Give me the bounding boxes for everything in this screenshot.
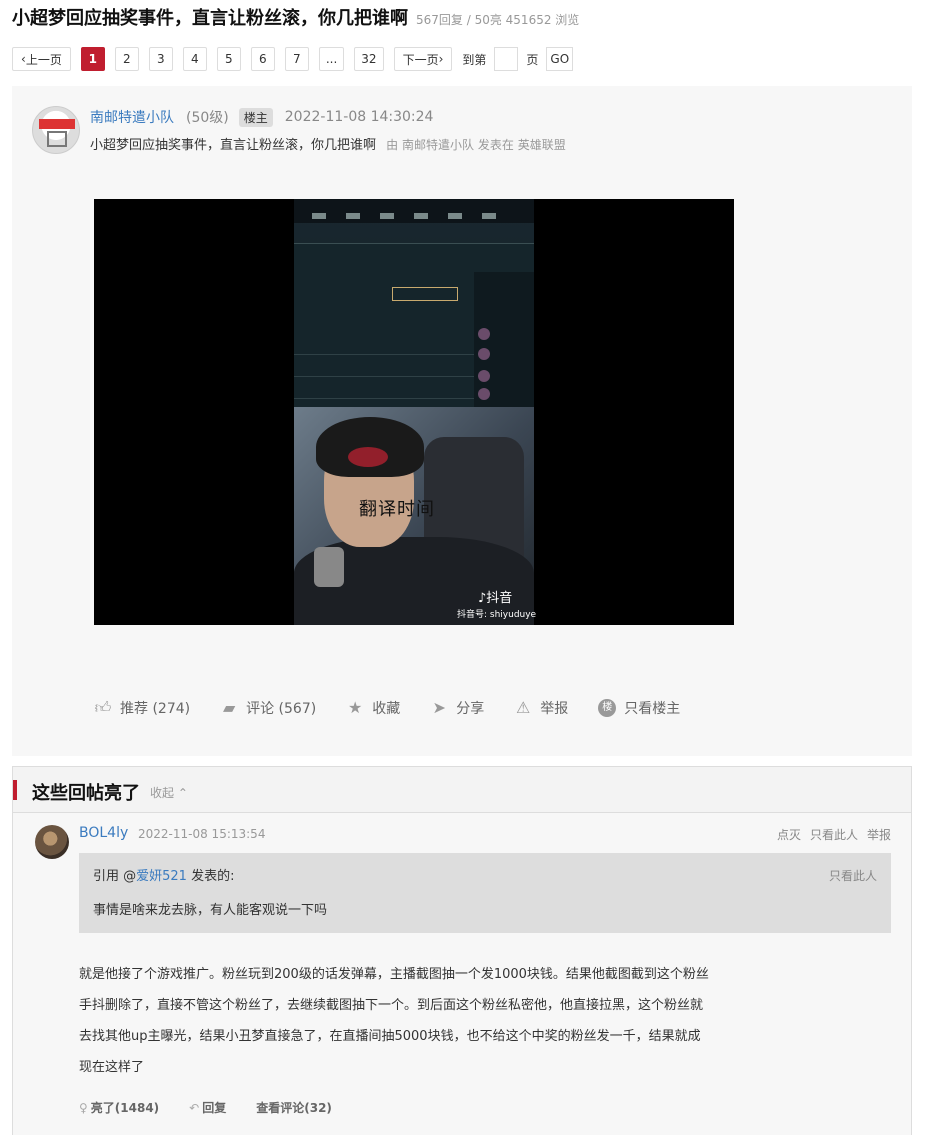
only-op-button[interactable]: 楼 只看楼主 bbox=[598, 698, 680, 718]
dislike-button[interactable]: 点灭 bbox=[777, 826, 801, 843]
douyin-id: 抖音号: shiyuduye bbox=[457, 610, 537, 620]
warning-icon: ⚠ bbox=[516, 698, 531, 717]
thumbs-up-icon: 👍︎ bbox=[94, 698, 112, 717]
op-icon: 楼 bbox=[598, 699, 617, 717]
main-post: 南邮特遣小队 (50级) 楼主 2022-11-08 14:30:24 小超梦回… bbox=[12, 86, 912, 756]
report-button[interactable]: ⚠ 举报 bbox=[514, 698, 568, 718]
section-accent-bar bbox=[13, 780, 17, 800]
post-source: 由 南邮特遣小队 发表在 英雄联盟 bbox=[386, 138, 566, 152]
page-7-button[interactable]: 7 bbox=[284, 47, 309, 71]
reply-tools: 点灭 只看此人 举报 bbox=[777, 826, 891, 843]
collapse-button[interactable]: 收起 ⌃ bbox=[150, 784, 188, 801]
prev-page-button[interactable]: ‹ 上一页 bbox=[12, 47, 71, 71]
reply-avatar[interactable] bbox=[35, 825, 69, 859]
page-1-button[interactable]: 1 bbox=[80, 47, 105, 71]
reply-line: 现在这样了 bbox=[79, 1060, 145, 1075]
friend-avatar bbox=[478, 388, 490, 400]
quote-block: 引用 @爱妍521 发表的: 只看此人 事情是啥来龙去脉，有人能客观说一下吗 bbox=[79, 853, 891, 933]
reply-icon: ↶ bbox=[189, 1100, 200, 1115]
title-row: 小超梦回应抽奖事件，直言让粉丝滚，你几把谁啊 567回复 / 50亮 45165… bbox=[12, 4, 579, 30]
hair-highlight bbox=[348, 447, 388, 467]
star-icon: ★ bbox=[348, 698, 363, 717]
reply-line: 去找其他up主曝光，结果小丑梦直接急了，在直播间抽5000块钱，也不给这个中奖的… bbox=[79, 1029, 701, 1044]
game-row bbox=[294, 354, 474, 355]
author-avatar[interactable] bbox=[32, 106, 80, 154]
hot-replies-header: 这些回帖亮了 收起 ⌃ bbox=[13, 767, 911, 813]
game-row bbox=[294, 398, 474, 399]
pagination: ‹ 上一页 1 2 3 4 5 6 7 ... 32 下一页 › 到第 页 GO bbox=[12, 47, 574, 71]
goto-prefix: 到第 bbox=[462, 52, 487, 67]
hot-replies-title: 这些回帖亮了 bbox=[32, 783, 140, 804]
video-player[interactable]: 翻译时间 ♪抖音 抖音号: shiyuduye bbox=[94, 199, 734, 625]
go-button[interactable]: GO bbox=[546, 47, 574, 71]
lightbulb-icon: ♀ bbox=[79, 1100, 88, 1115]
game-panel bbox=[294, 243, 534, 410]
page-6-button[interactable]: 6 bbox=[250, 47, 275, 71]
hot-reply: BOL4ly 2022-11-08 15:13:54 点灭 只看此人 举报 引用… bbox=[13, 813, 911, 1135]
page-32-button[interactable]: 32 bbox=[354, 47, 384, 71]
reply-author[interactable]: BOL4ly bbox=[79, 825, 128, 841]
chevron-right-icon: › bbox=[438, 52, 444, 66]
only-this-user-button[interactable]: 只看此人 bbox=[810, 826, 858, 843]
friend-avatar bbox=[478, 348, 490, 360]
author-line: 南邮特遣小队 (50级) 楼主 2022-11-08 14:30:24 bbox=[90, 107, 433, 127]
avatar-band bbox=[39, 119, 75, 129]
reply-button[interactable]: ↶ 回复 bbox=[189, 1099, 226, 1116]
reply-content: 就是他接了个游戏推广。粉丝玩到200级的话发弹幕，主播截图抽一个发1000块钱。… bbox=[79, 959, 769, 1083]
comment-icon: ▰ bbox=[222, 698, 236, 717]
quoted-user[interactable]: 爱妍521 bbox=[136, 869, 187, 884]
source-author-link[interactable]: 南邮特遣小队 bbox=[402, 138, 474, 152]
reply-line: 就是他接了个游戏推广。粉丝玩到200级的话发弹幕，主播截图抽一个发1000块钱。… bbox=[79, 967, 709, 982]
next-page-button[interactable]: 下一页 › bbox=[393, 47, 453, 71]
game-client-screenshot bbox=[294, 199, 534, 410]
reply-time: 2022-11-08 15:13:54 bbox=[138, 827, 266, 841]
post-subtitle: 小超梦回应抽奖事件，直言让粉丝滚，你几把谁啊 bbox=[90, 138, 377, 153]
author-name[interactable]: 南邮特遣小队 bbox=[90, 107, 174, 127]
recommend-button[interactable]: 👍︎ 推荐 (274) bbox=[94, 698, 190, 718]
forum-link[interactable]: 英雄联盟 bbox=[518, 138, 566, 152]
thread-stats: 567回复 / 50亮 451652 浏览 bbox=[416, 13, 580, 27]
game-tabs bbox=[294, 199, 534, 223]
quote-only-this-user[interactable]: 只看此人 bbox=[829, 867, 877, 884]
goto-suffix: 页 bbox=[526, 52, 539, 67]
view-comments-button[interactable]: 查看评论(32) bbox=[256, 1099, 332, 1116]
comment-button[interactable]: ▰ 评论 (567) bbox=[220, 698, 316, 718]
avatar-box bbox=[47, 131, 67, 147]
report-reply-button[interactable]: 举报 bbox=[867, 826, 891, 843]
page-3-button[interactable]: 3 bbox=[148, 47, 173, 71]
video-caption: 翻译时间 bbox=[359, 499, 435, 520]
hot-replies-section: 这些回帖亮了 收起 ⌃ BOL4ly 2022-11-08 15:13:54 点… bbox=[12, 766, 912, 1135]
light-button[interactable]: ♀ 亮了(1484) bbox=[79, 1099, 159, 1116]
game-invite-button bbox=[392, 287, 458, 301]
chevron-up-icon: ⌃ bbox=[177, 786, 188, 800]
page-title: 小超梦回应抽奖事件，直言让粉丝滚，你几把谁啊 bbox=[12, 8, 408, 29]
friend-avatar bbox=[478, 370, 490, 382]
quote-header: 引用 @爱妍521 发表的: bbox=[93, 869, 235, 884]
douyin-logo: ♪抖音 bbox=[478, 591, 513, 606]
page-5-button[interactable]: 5 bbox=[216, 47, 241, 71]
page-2-button[interactable]: 2 bbox=[114, 47, 139, 71]
friend-avatar bbox=[478, 328, 490, 340]
favorite-button[interactable]: ★ 收藏 bbox=[346, 698, 400, 718]
page-4-button[interactable]: 4 bbox=[182, 47, 207, 71]
post-actions: 👍︎ 推荐 (274) ▰ 评论 (567) ★ 收藏 ➤ 分享 ⚠ 举报 楼 … bbox=[94, 698, 710, 718]
quote-text: 事情是啥来龙去脉，有人能客观说一下吗 bbox=[93, 903, 328, 918]
post-time: 2022-11-08 14:30:24 bbox=[284, 109, 434, 125]
goto-page-input[interactable] bbox=[494, 47, 519, 71]
reply-line: 手抖删除了，直接不管这个粉丝了，去继续截图抽下一个。到后面这个粉丝私密他，他直接… bbox=[79, 998, 704, 1013]
game-row bbox=[294, 376, 474, 377]
microphone bbox=[314, 547, 344, 587]
share-button[interactable]: ➤ 分享 bbox=[430, 698, 485, 718]
op-badge: 楼主 bbox=[238, 107, 273, 127]
share-icon: ➤ bbox=[432, 698, 446, 717]
author-level: (50级) bbox=[186, 110, 229, 126]
post-subtitle-line: 小超梦回应抽奖事件，直言让粉丝滚，你几把谁啊 由 南邮特遣小队 发表在 英雄联盟 bbox=[90, 134, 566, 153]
reply-footer: ♀ 亮了(1484) ↶ 回复 查看评论(32) bbox=[79, 1099, 362, 1116]
page-ellipsis: ... bbox=[318, 47, 345, 71]
